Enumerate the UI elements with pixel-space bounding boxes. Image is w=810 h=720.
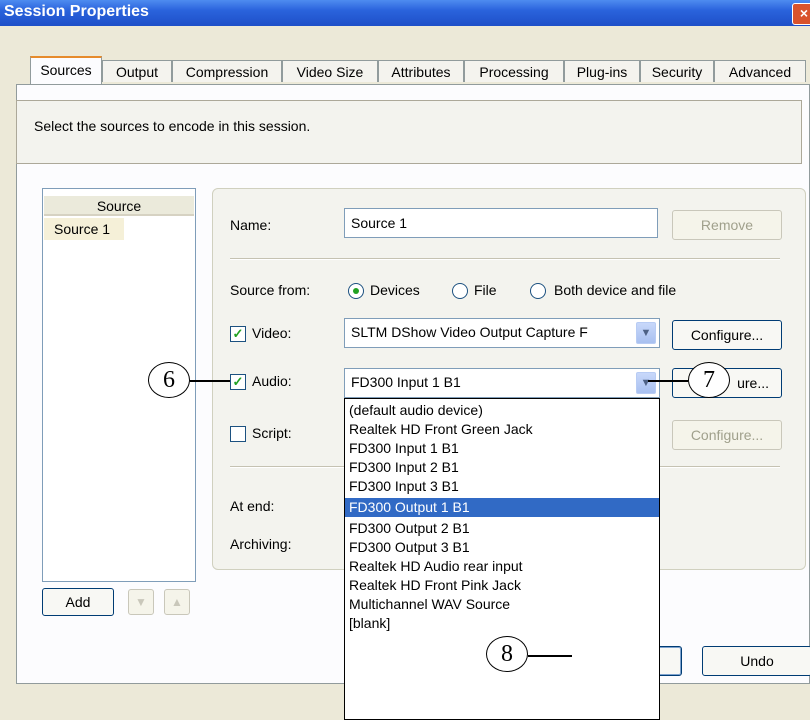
video-configure-button[interactable]: Configure...	[672, 320, 782, 350]
tab-plug-ins[interactable]: Plug-ins	[564, 60, 640, 82]
remove-button[interactable]: Remove	[672, 210, 782, 240]
callout-7-leader	[648, 380, 688, 382]
tab-advanced[interactable]: Advanced	[714, 60, 806, 82]
video-device-select[interactable]: SLTM DShow Video Output Capture F	[344, 318, 660, 348]
radio-devices-label[interactable]: Devices	[370, 282, 420, 298]
radio-both-label[interactable]: Both device and file	[554, 282, 676, 298]
dropdown-option[interactable]: [blank]	[345, 614, 659, 633]
radio-file-label[interactable]: File	[474, 282, 497, 298]
at-end-label: At end:	[230, 498, 275, 514]
dropdown-option[interactable]: FD300 Input 1 B1	[345, 439, 659, 458]
dropdown-option[interactable]: Realtek HD Front Green Jack	[345, 420, 659, 439]
divider	[230, 258, 780, 260]
script-label: Script:	[252, 425, 292, 441]
undo-button[interactable]: Undo	[702, 646, 810, 676]
add-button[interactable]: Add	[42, 588, 114, 616]
dropdown-option[interactable]: Multichannel WAV Source	[345, 595, 659, 614]
dropdown-option[interactable]: FD300 Input 3 B1	[345, 477, 659, 496]
name-label: Name:	[230, 217, 272, 233]
video-checkbox[interactable]: ✓	[230, 326, 246, 342]
move-down-button[interactable]: ▼	[128, 589, 154, 615]
dropdown-option[interactable]: FD300 Input 2 B1	[345, 458, 659, 477]
tab-compression[interactable]: Compression	[172, 60, 282, 82]
dropdown-option[interactable]: Realtek HD Front Pink Jack	[345, 576, 659, 595]
close-button[interactable]: ×	[792, 3, 810, 25]
dropdown-option[interactable]: FD300 Output 3 B1	[345, 538, 659, 557]
audio-checkbox[interactable]: ✓	[230, 374, 246, 390]
chevron-down-icon[interactable]: ▼	[636, 372, 656, 394]
callout-7: 7	[688, 362, 730, 398]
callout-8: 8	[486, 636, 528, 672]
radio-both[interactable]	[530, 283, 546, 299]
list-item[interactable]: Source 1	[44, 218, 124, 240]
tab-video-size[interactable]: Video Size	[282, 60, 378, 82]
name-field[interactable]: Source 1	[344, 208, 658, 238]
tab-processing[interactable]: Processing	[464, 60, 564, 82]
video-label: Video:	[252, 325, 292, 341]
audio-device-select[interactable]: FD300 Input 1 B1	[344, 368, 660, 398]
tab-attributes[interactable]: Attributes	[378, 60, 464, 82]
radio-devices[interactable]	[348, 283, 364, 299]
radio-file[interactable]	[452, 283, 468, 299]
script-configure-button[interactable]: Configure...	[672, 420, 782, 450]
chevron-down-icon[interactable]: ▼	[636, 322, 656, 344]
callout-6: 6	[148, 362, 190, 398]
source-from-label: Source from:	[230, 282, 311, 298]
description-text: Select the sources to encode in this ses…	[34, 118, 311, 134]
callout-8-leader	[528, 655, 572, 657]
dropdown-option[interactable]: FD300 Output 2 B1	[345, 519, 659, 538]
tab-sources[interactable]: Sources	[30, 56, 102, 84]
source-list-header[interactable]: Source	[44, 196, 194, 216]
callout-6-leader	[190, 380, 230, 382]
script-checkbox[interactable]	[230, 426, 246, 442]
dropdown-option[interactable]: (default audio device)	[345, 401, 659, 420]
dropdown-option-selected[interactable]: FD300 Output 1 B1	[345, 498, 659, 517]
move-up-button[interactable]: ▲	[164, 589, 190, 615]
audio-label: Audio:	[252, 373, 292, 389]
tab-output[interactable]: Output	[102, 60, 172, 82]
window-title: Session Properties	[4, 3, 149, 20]
dropdown-option[interactable]: Realtek HD Audio rear input	[345, 557, 659, 576]
archiving-label: Archiving:	[230, 536, 292, 552]
tab-security[interactable]: Security	[640, 60, 714, 82]
audio-dropdown-list[interactable]: (default audio device) Realtek HD Front …	[344, 398, 660, 720]
